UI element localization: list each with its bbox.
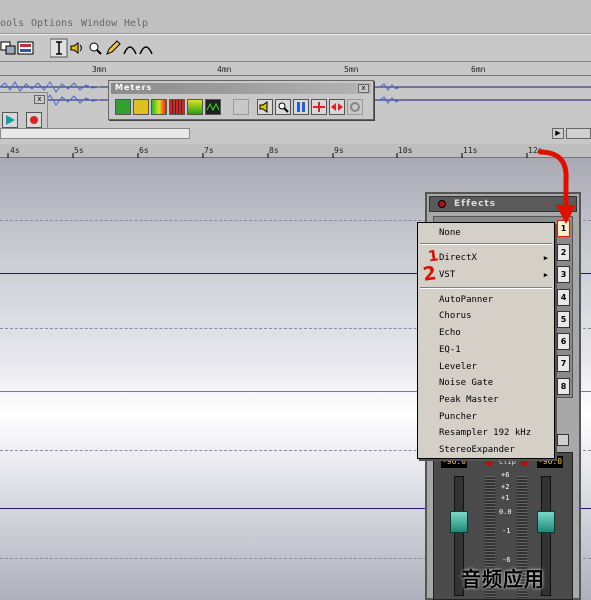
annotation-arrow: [537, 149, 569, 213]
watermark-text: 音频应用: [461, 567, 545, 591]
annotation-arrowhead: [556, 205, 576, 224]
annotation-number-2: 2: [421, 262, 438, 286]
annotation-overlay: [537, 149, 576, 224]
